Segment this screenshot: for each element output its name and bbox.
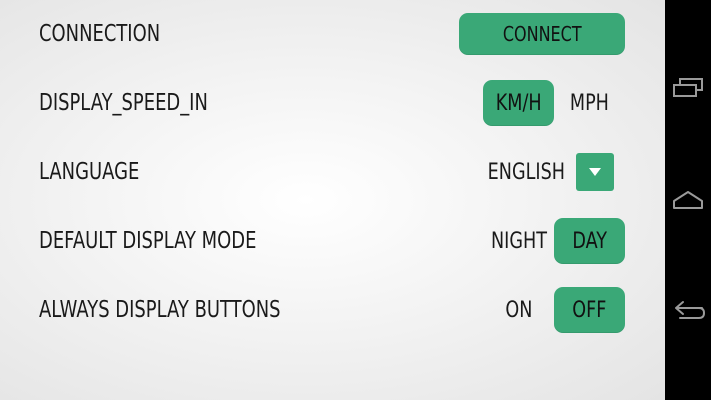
triangle-down-icon[interactable] xyxy=(576,153,614,191)
mode-option-day[interactable]: DAY xyxy=(554,218,625,264)
mode-option-day-label: DAY xyxy=(572,228,607,254)
speed-option-mph-label: MPH xyxy=(569,90,610,116)
setting-row-language: LANGUAGE ENGLISH xyxy=(0,147,665,197)
speed-option-kmh-label: KM/H xyxy=(495,90,542,116)
setting-row-display-mode: DEFAULT DISPLAY MODE NIGHT DAY xyxy=(0,216,665,266)
setting-row-connection: CONNECTION CONNECT xyxy=(0,9,665,59)
mode-option-night[interactable]: NIGHT xyxy=(484,218,554,264)
buttons-display-toggle: ON OFF xyxy=(484,287,625,333)
home-icon[interactable] xyxy=(665,180,711,220)
buttons-display-label: ALWAYS DISPLAY BUTTONS xyxy=(39,297,281,323)
buttons-option-off[interactable]: OFF xyxy=(554,287,625,333)
display-speed-label: DISPLAY_SPEED_IN xyxy=(39,90,208,116)
connect-button[interactable]: CONNECT xyxy=(459,13,625,55)
speed-option-kmh[interactable]: KM/H xyxy=(483,80,554,126)
buttons-option-on[interactable]: ON xyxy=(484,287,554,333)
language-label: LANGUAGE xyxy=(39,159,140,185)
settings-panel: CONNECTION CONNECT DISPLAY_SPEED_IN KM/H… xyxy=(0,0,665,400)
mode-option-night-label: NIGHT xyxy=(490,228,547,254)
display-mode-toggle: NIGHT DAY xyxy=(484,218,625,264)
screen: CONNECTION CONNECT DISPLAY_SPEED_IN KM/H… xyxy=(0,0,711,400)
language-value[interactable]: ENGLISH xyxy=(476,153,576,191)
buttons-option-off-label: OFF xyxy=(572,297,607,323)
speed-unit-toggle: KM/H MPH xyxy=(483,80,625,126)
language-dropdown[interactable]: ENGLISH xyxy=(476,153,614,191)
connection-label: CONNECTION xyxy=(39,21,161,47)
navigation-bar xyxy=(665,0,711,400)
language-value-label: ENGLISH xyxy=(487,159,565,185)
connection-control: CONNECT xyxy=(459,13,625,55)
back-icon[interactable] xyxy=(665,290,711,330)
setting-row-display-speed: DISPLAY_SPEED_IN KM/H MPH xyxy=(0,78,665,128)
recent-apps-icon[interactable] xyxy=(665,68,711,108)
display-mode-label: DEFAULT DISPLAY MODE xyxy=(39,228,257,254)
connect-button-label: CONNECT xyxy=(502,22,582,46)
speed-option-mph[interactable]: MPH xyxy=(554,80,625,126)
buttons-option-on-label: ON xyxy=(505,297,533,323)
setting-row-buttons-display: ALWAYS DISPLAY BUTTONS ON OFF xyxy=(0,285,665,335)
